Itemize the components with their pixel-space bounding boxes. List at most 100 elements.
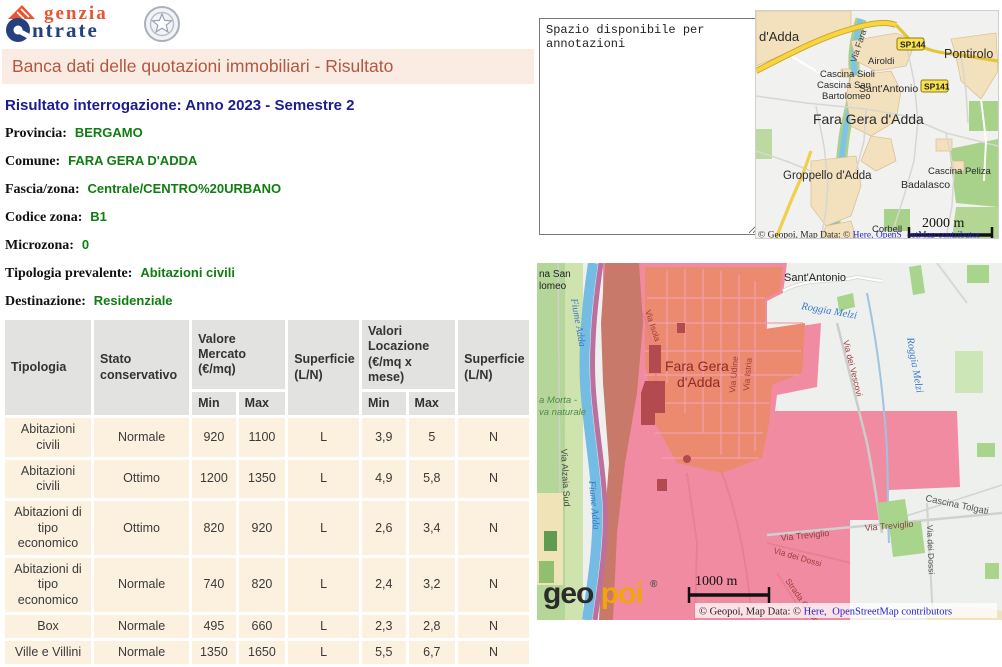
left-column: genzia ntrate Banca dati delle quotazion… bbox=[2, 4, 534, 667]
cell-min: 5,5 bbox=[362, 641, 406, 664]
col-header-min-2: Min bbox=[362, 392, 406, 415]
map-label-via-dossi-2: Via dei Dossi bbox=[925, 525, 937, 575]
map-attribution: © Geopoi, Map Data: © Here, OpenStreetMa… bbox=[699, 607, 952, 618]
agenzia-entrate-logo: genzia ntrate bbox=[5, 4, 534, 46]
map-label-fara-gera: Fara Gera d'Adda bbox=[813, 111, 924, 127]
map-label-cascina-san-part1: na San bbox=[539, 269, 571, 280]
col-header-min-1: Min bbox=[192, 392, 236, 415]
quotations-table: Tipologia Stato conservativo Valore Merc… bbox=[2, 317, 532, 667]
cell-stato: Normale bbox=[94, 641, 189, 664]
cell-max: 5 bbox=[409, 418, 456, 457]
overview-map[interactable]: d'Adda Via Fara Airoldi Pontirolo Cascin… bbox=[755, 10, 999, 239]
cell-min: 740 bbox=[192, 558, 236, 612]
logo-text-ntrate: ntrate bbox=[32, 20, 108, 41]
cell-superficie: L bbox=[288, 418, 359, 457]
cell-tipologia: Ville e Villini bbox=[5, 641, 91, 664]
cell-min: 495 bbox=[192, 615, 236, 638]
attribution-link[interactable]: Here, OpenS bbox=[853, 231, 902, 239]
field-value: 0 bbox=[78, 237, 89, 252]
cell-min: 920 bbox=[192, 418, 236, 457]
overview-map-canvas[interactable]: d'Adda Via Fara Airoldi Pontirolo Cascin… bbox=[756, 11, 998, 238]
cell-min: 2,4 bbox=[362, 558, 406, 612]
cell-min: 3,9 bbox=[362, 418, 406, 457]
attribution-link[interactable]: OpenStreetMap contributors bbox=[832, 607, 952, 618]
cell-min: 1200 bbox=[192, 460, 236, 499]
map-label-dadda: d'Adda bbox=[759, 29, 800, 44]
cell-min: 820 bbox=[192, 501, 236, 555]
annotations-textarea[interactable]: Spazio disponibile per annotazioni bbox=[539, 18, 758, 235]
col-header-tipologia: Tipologia bbox=[5, 320, 91, 415]
field-fascia-zona: Fascia/zona: Centrale/CENTRO%20URBANO bbox=[5, 180, 534, 198]
cell-superficie: L bbox=[288, 501, 359, 555]
cell-tipologia: Abitazioni di tipo economico bbox=[5, 558, 91, 612]
field-label: Provincia: bbox=[5, 126, 67, 141]
field-value: FARA GERA D'ADDA bbox=[64, 153, 197, 168]
table-row: Abitazioni di tipo economico Ottimo 820 … bbox=[5, 501, 529, 555]
cell-superficie: L bbox=[288, 558, 359, 612]
map-label-cascina-sioli: Cascina Sioli bbox=[820, 69, 875, 80]
map-label-groppello: Groppello d'Adda bbox=[783, 170, 872, 182]
map-label-airoldi: Airoldi bbox=[868, 56, 894, 67]
table-row: Abitazioni civili Ottimo 1200 1350 L 4,9… bbox=[5, 460, 529, 499]
field-destinazione: Destinazione: Residenziale bbox=[5, 292, 534, 310]
map-label-morta-1: a Morta - bbox=[539, 395, 577, 406]
col-header-max-1: Max bbox=[239, 392, 286, 415]
map-label-cascina-san-part2: lomeo bbox=[539, 281, 567, 292]
cell-superficie: N bbox=[458, 558, 529, 612]
page-title: Banca dati delle quotazioni immobiliari … bbox=[2, 49, 534, 84]
cell-stato: Normale bbox=[94, 615, 189, 638]
field-label: Microzona: bbox=[5, 238, 74, 253]
italy-emblem-icon bbox=[143, 5, 181, 43]
cell-max: 3,4 bbox=[409, 501, 456, 555]
col-header-superficie-2: Superficie (L/N) bbox=[458, 320, 529, 415]
cell-max: 1350 bbox=[239, 460, 286, 499]
cell-max: 2,8 bbox=[409, 615, 456, 638]
cell-max: 1650 bbox=[239, 641, 286, 664]
cell-stato: Ottimo bbox=[94, 460, 189, 499]
cell-superficie: L bbox=[288, 641, 359, 664]
cell-tipologia: Abitazioni di tipo economico bbox=[5, 501, 91, 555]
field-value: Centrale/CENTRO%20URBANO bbox=[84, 181, 282, 196]
agenzia-entrate-monogram-icon bbox=[5, 4, 35, 44]
cell-superficie: N bbox=[458, 641, 529, 664]
query-result-heading: Risultato interrogazione: Anno 2023 - Se… bbox=[5, 97, 534, 114]
cell-superficie: N bbox=[458, 615, 529, 638]
map-label-badalasco: Badalasco bbox=[901, 179, 950, 191]
cell-min: 4,9 bbox=[362, 460, 406, 499]
table-row: Abitazioni civili Normale 920 1100 L 3,9… bbox=[5, 418, 529, 457]
attribution-link[interactable]: Here, bbox=[804, 607, 827, 618]
field-label: Tipologia prevalente: bbox=[5, 266, 132, 281]
geopoi-logo: geo poi ® bbox=[543, 577, 658, 610]
cell-min: 2,6 bbox=[362, 501, 406, 555]
field-comune: Comune: FARA GERA D'ADDA bbox=[5, 152, 534, 170]
cell-max: 1100 bbox=[239, 418, 286, 457]
col-header-valore-mercato: Valore Mercato (€/mq) bbox=[192, 320, 285, 389]
map-label-pontirolo: Pontirolo bbox=[944, 47, 993, 61]
cell-superficie: N bbox=[458, 460, 529, 499]
road-badge-sp144: SP144 bbox=[897, 38, 926, 50]
svg-text:2000 m: 2000 m bbox=[922, 216, 965, 231]
cell-stato: Ottimo bbox=[94, 501, 189, 555]
zone-map-canvas[interactable]: na San lomeo Fiume Adda Fiume Adda a Mor… bbox=[537, 263, 1002, 620]
col-header-superficie-1: Superficie (L/N) bbox=[288, 320, 359, 415]
cell-tipologia: Abitazioni civili bbox=[5, 418, 91, 457]
attribution-link[interactable]: eetMap contributor bbox=[907, 231, 981, 239]
cell-max: 6,7 bbox=[409, 641, 456, 664]
zone-map[interactable]: na San lomeo Fiume Adda Fiume Adda a Mor… bbox=[537, 263, 1002, 620]
cell-stato: Normale bbox=[94, 558, 189, 612]
field-label: Destinazione: bbox=[5, 294, 86, 309]
field-codice-zona: Codice zona: B1 bbox=[5, 208, 534, 226]
road-badge-sp141: SP141 bbox=[921, 80, 950, 92]
cell-tipologia: Abitazioni civili bbox=[5, 460, 91, 499]
col-header-valori-locazione: Valori Locazione (€/mq x mese) bbox=[362, 320, 455, 389]
map-label-santantonio: Sant'Antonio bbox=[859, 83, 918, 95]
cell-superficie: N bbox=[458, 418, 529, 457]
cell-min: 2,3 bbox=[362, 615, 406, 638]
map-attribution: © Geopoi, Map Data: © Here, OpenS eetMap… bbox=[758, 230, 981, 239]
field-value: Residenziale bbox=[90, 293, 173, 308]
cell-min: 1350 bbox=[192, 641, 236, 664]
cell-max: 660 bbox=[239, 615, 286, 638]
field-value: B1 bbox=[86, 209, 107, 224]
map-label-fara-gera-2: d'Adda bbox=[677, 374, 720, 390]
cell-superficie: L bbox=[288, 615, 359, 638]
